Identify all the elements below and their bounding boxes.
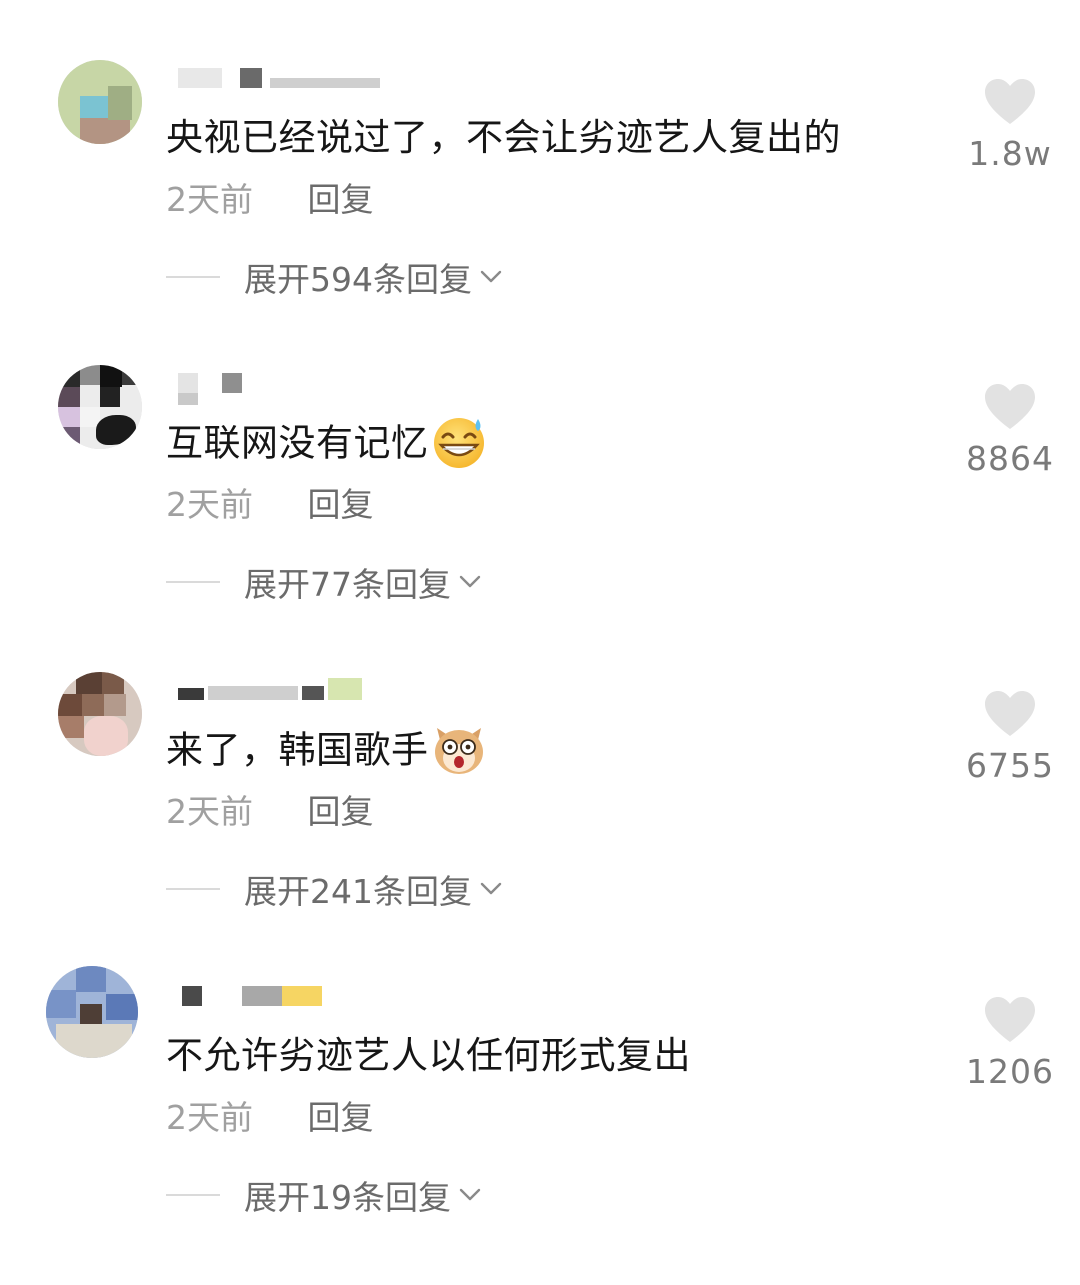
comment-item: 不允许劣迹艺人以任何形式复出 2天前 回复 展开19条回复 1206: [0, 966, 1080, 1285]
comment-time: 2天前: [166, 180, 253, 219]
comment-item: 来了，韩国歌手 2天前 回复 展开241条回复 6755: [0, 672, 1080, 979]
username-masked[interactable]: [178, 678, 398, 704]
comment-text: 央视已经说过了，不会让劣迹艺人复出的: [166, 112, 841, 164]
like-count: 6755: [966, 746, 1054, 785]
expand-replies-label: 展开594条回复: [244, 260, 472, 299]
expand-replies-label: 展开241条回复: [244, 872, 472, 911]
comment-text: 来了，韩国歌手: [166, 724, 487, 780]
like-count: 8864: [966, 439, 1054, 478]
expand-replies-label: 展开77条回复: [244, 565, 451, 604]
comment-text-content: 不允许劣迹艺人以任何形式复出: [166, 1034, 691, 1077]
comment-meta: 2天前 回复: [166, 483, 374, 527]
like-count: 1206: [966, 1052, 1054, 1091]
chevron-down-icon: [459, 1188, 481, 1201]
reply-button[interactable]: 回复: [308, 1098, 374, 1137]
comment-meta: 2天前 回复: [166, 1096, 374, 1140]
divider-line: [166, 581, 220, 583]
avatar[interactable]: [46, 966, 138, 1058]
expand-replies-label: 展开19条回复: [244, 1178, 451, 1217]
divider-line: [166, 888, 220, 890]
comment-time: 2天前: [166, 485, 253, 524]
comment-meta: 2天前 回复: [166, 178, 374, 222]
like-button[interactable]: 6755: [960, 690, 1060, 785]
avatar[interactable]: [58, 672, 142, 756]
shocked-cat-emoji: [434, 728, 483, 774]
comment-meta: 2天前 回复: [166, 790, 374, 834]
chevron-down-icon: [459, 575, 481, 588]
chevron-down-icon: [480, 270, 502, 283]
comment-time: 2天前: [166, 1098, 253, 1137]
like-button[interactable]: 1206: [960, 996, 1060, 1091]
heart-icon: [985, 79, 1035, 124]
username-masked[interactable]: [178, 66, 398, 92]
expand-replies-button[interactable]: 展开594条回复: [166, 255, 506, 299]
comment-item: 央视已经说过了，不会让劣迹艺人复出的 2天前 回复 展开594条回复 1.8w: [0, 60, 1080, 367]
comment-text-content: 互联网没有记忆: [166, 421, 429, 465]
comment-text-content: 央视已经说过了，不会让劣迹艺人复出的: [166, 116, 841, 159]
divider-line: [166, 276, 220, 278]
avatar[interactable]: [58, 365, 142, 449]
comment-text: 互联网没有记忆: [166, 417, 487, 473]
chevron-down-icon: [480, 882, 502, 895]
heart-icon: [985, 997, 1035, 1042]
comment-time: 2天前: [166, 792, 253, 831]
reply-button[interactable]: 回复: [308, 485, 374, 524]
expand-replies-button[interactable]: 展开241条回复: [166, 867, 506, 911]
reply-button[interactable]: 回复: [308, 792, 374, 831]
expand-replies-button[interactable]: 展开19条回复: [166, 1173, 485, 1217]
like-count: 1.8w: [968, 134, 1052, 173]
username-masked[interactable]: [178, 984, 398, 1010]
username-masked[interactable]: [178, 371, 398, 405]
avatar[interactable]: [58, 60, 142, 144]
grin-sweat-emoji: [433, 418, 484, 468]
like-button[interactable]: 8864: [960, 383, 1060, 478]
expand-replies-button[interactable]: 展开77条回复: [166, 560, 485, 604]
divider-line: [166, 1194, 220, 1196]
reply-button[interactable]: 回复: [308, 180, 374, 219]
comment-item: 互联网没有记忆 2天前 回复 展开77条回复 8864: [0, 365, 1080, 672]
heart-icon: [985, 384, 1035, 429]
like-button[interactable]: 1.8w: [960, 78, 1060, 173]
heart-icon: [985, 691, 1035, 736]
comment-text-content: 来了，韩国歌手: [166, 728, 429, 772]
comment-text: 不允许劣迹艺人以任何形式复出: [166, 1030, 691, 1082]
